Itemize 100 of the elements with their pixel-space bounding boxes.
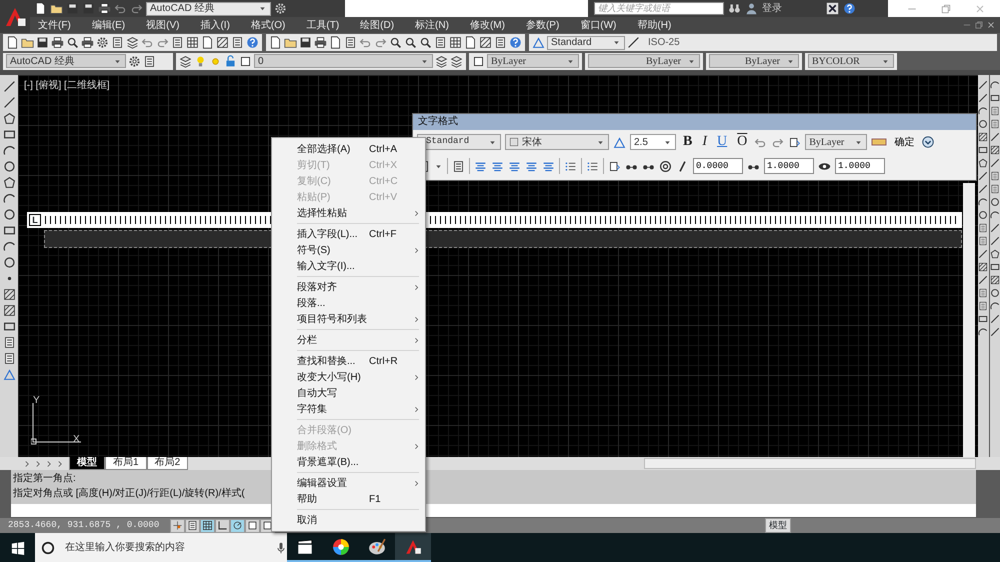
plot-style-dropdown[interactable]: BYCOLOR: [808, 54, 894, 68]
table-icon[interactable]: [978, 301, 988, 311]
table-icon[interactable]: [990, 106, 1000, 116]
menu-item[interactable]: 标注(N): [415, 18, 449, 32]
user-icon[interactable]: [745, 2, 758, 15]
zoom-icon[interactable]: [389, 36, 402, 49]
color-swatch-icon[interactable]: [239, 54, 252, 68]
color-swatch-icon[interactable]: [472, 54, 485, 68]
annotative-icon[interactable]: [613, 136, 626, 148]
status-toggle[interactable]: [200, 518, 215, 532]
table-icon[interactable]: [978, 236, 988, 246]
line-icon[interactable]: [990, 158, 1000, 168]
arc-icon[interactable]: [2, 240, 16, 253]
rectangle-icon[interactable]: [2, 128, 16, 141]
circle-icon[interactable]: [2, 256, 16, 269]
rectangle-icon[interactable]: [990, 93, 1000, 103]
polygon-icon[interactable]: [2, 176, 16, 189]
save-icon[interactable]: [36, 36, 49, 49]
polygon-icon[interactable]: [978, 158, 988, 168]
table-icon[interactable]: [2, 352, 16, 365]
justification-icon[interactable]: [452, 160, 465, 172]
grid-icon[interactable]: [449, 36, 462, 49]
hatch-icon[interactable]: [216, 36, 229, 49]
grid-icon[interactable]: [186, 36, 199, 49]
format-button[interactable]: U: [714, 134, 730, 150]
menu-item[interactable]: 分栏: [272, 332, 423, 348]
printer-icon[interactable]: [314, 36, 327, 49]
model-space-button[interactable]: 模型: [765, 518, 791, 534]
table-icon[interactable]: [990, 184, 1000, 194]
dimension-style-dropdown[interactable]: ISO-25: [642, 35, 680, 50]
arc-icon[interactable]: [978, 197, 988, 207]
symbol-icon[interactable]: [659, 160, 672, 172]
printer-icon[interactable]: [81, 36, 94, 49]
options-icon[interactable]: [921, 135, 936, 149]
taskbar-search-box[interactable]: 在这里输入你要搜索的内容: [35, 533, 287, 562]
arc-icon[interactable]: [2, 144, 16, 157]
menu-item[interactable]: 工具(T): [306, 18, 340, 32]
align-right-icon[interactable]: [508, 160, 521, 172]
rectangle-icon[interactable]: [978, 314, 988, 324]
tracking-field[interactable]: 1.0000: [764, 158, 814, 174]
line-icon[interactable]: [978, 249, 988, 259]
circle-icon[interactable]: [2, 208, 16, 221]
layer-dropdown[interactable]: 0: [254, 54, 433, 68]
hatch-icon[interactable]: [978, 262, 988, 272]
windows-icon[interactable]: [10, 540, 24, 554]
status-toggle[interactable]: [185, 518, 200, 532]
hatch-icon[interactable]: [990, 145, 1000, 155]
layers-icon[interactable]: [179, 54, 192, 68]
circle-icon[interactable]: [990, 197, 1000, 207]
menu-item[interactable]: 改变大小写(H): [272, 369, 423, 385]
document-icon[interactable]: [201, 36, 214, 49]
line-icon[interactable]: [978, 93, 988, 103]
line-icon[interactable]: [978, 80, 988, 90]
distribute-icon[interactable]: [542, 160, 555, 172]
menu-item[interactable]: 帮助(H): [637, 18, 672, 32]
line-icon[interactable]: [990, 327, 1000, 337]
layers-icon[interactable]: [435, 54, 448, 68]
menu-item[interactable]: 插入字段(L)... Ctrl+F: [272, 226, 423, 242]
panel-icon[interactable]: [111, 36, 124, 49]
format-button[interactable]: O: [734, 134, 750, 150]
panel-icon[interactable]: [494, 36, 507, 49]
justify-icon[interactable]: [525, 160, 538, 172]
align-center-icon[interactable]: [491, 160, 504, 172]
vertical-scrollbar[interactable]: [963, 183, 975, 457]
close-icon[interactable]: [986, 20, 996, 30]
color-wheel-icon[interactable]: [332, 538, 350, 556]
menu-item[interactable]: 编辑器设置: [272, 475, 423, 491]
hatch-icon[interactable]: [2, 288, 16, 301]
printer-icon[interactable]: [98, 2, 111, 15]
circle-icon[interactable]: [978, 119, 988, 129]
menu-item[interactable]: 自动大写: [272, 385, 423, 401]
menu-item[interactable]: 文件(F): [38, 18, 71, 32]
menu-item[interactable]: 插入(I): [200, 18, 230, 32]
layout-tab[interactable]: 模型: [69, 457, 105, 470]
stack-icon[interactable]: [788, 136, 802, 148]
folder-icon[interactable]: [284, 36, 297, 49]
layers-icon[interactable]: [126, 36, 139, 49]
panel-icon[interactable]: [171, 36, 184, 49]
gear-icon[interactable]: [96, 36, 109, 49]
rectangle-icon[interactable]: [2, 320, 16, 333]
ok-button[interactable]: 确定: [891, 134, 918, 150]
menu-item[interactable]: 修改(M): [470, 18, 505, 32]
hatch-icon[interactable]: [978, 132, 988, 142]
polygon-icon[interactable]: [990, 249, 1000, 259]
polygon-icon[interactable]: [2, 112, 16, 125]
line-icon[interactable]: [990, 223, 1000, 233]
circle-icon[interactable]: [990, 288, 1000, 298]
table-icon[interactable]: [990, 171, 1000, 181]
horizontal-scrollbar[interactable]: [644, 458, 976, 469]
document-icon[interactable]: [464, 36, 477, 49]
new-document-icon[interactable]: [34, 2, 47, 15]
arc-icon[interactable]: [990, 301, 1000, 311]
text-style-dropdown[interactable]: Standard: [547, 36, 625, 50]
line-icon[interactable]: [978, 275, 988, 285]
panel-icon[interactable]: [143, 54, 156, 68]
menu-item[interactable]: 段落对齐: [272, 279, 423, 295]
text-style-icon[interactable]: [532, 36, 545, 49]
folder-icon[interactable]: [21, 36, 34, 49]
table-icon[interactable]: [2, 336, 16, 349]
line-icon[interactable]: [990, 314, 1000, 324]
